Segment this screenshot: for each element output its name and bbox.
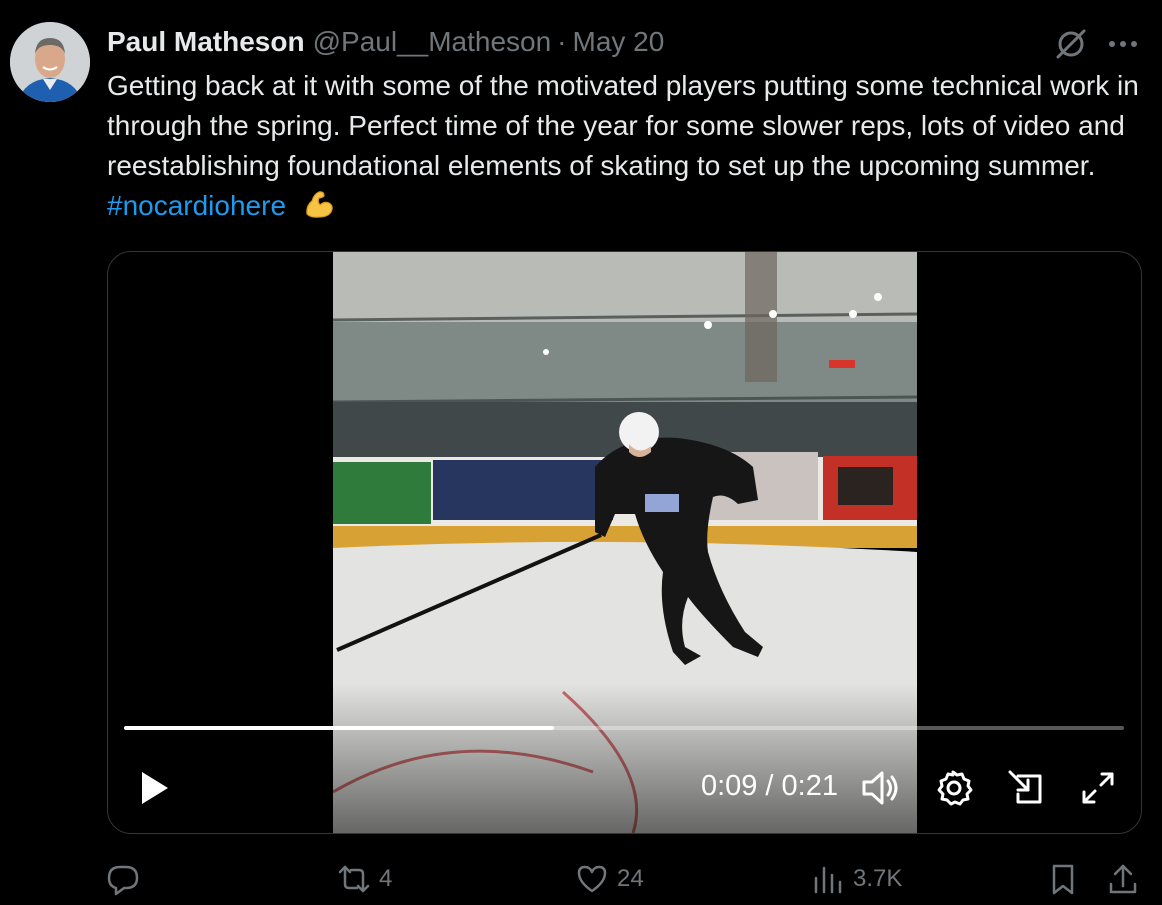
action-bar: 4 24 3.7K (0, 850, 1162, 905)
repost-button[interactable]: 4 (337, 862, 392, 896)
dock-icon[interactable] (1006, 768, 1046, 808)
bookmark-button[interactable] (1046, 862, 1080, 896)
controls-gradient (108, 683, 1141, 833)
views-button[interactable]: 3.7K (811, 862, 902, 896)
grok-icon[interactable] (1053, 26, 1089, 62)
progress-bar[interactable] (124, 726, 1124, 730)
separator: · (557, 26, 567, 57)
settings-icon[interactable] (933, 768, 973, 808)
user-handle[interactable]: @Paul__Matheson (313, 26, 552, 58)
tweet-body: Getting back at it with some of the moti… (107, 70, 1139, 181)
like-count: 24 (617, 865, 644, 892)
progress-fill (124, 726, 554, 730)
volume-icon[interactable] (860, 768, 900, 808)
video-player[interactable]: 0:09 / 0:21 (107, 251, 1142, 834)
play-icon[interactable] (134, 768, 174, 808)
analytics-icon (814, 866, 842, 894)
tweet-text: Getting back at it with some of the moti… (107, 66, 1147, 226)
hashtag-link[interactable]: #nocardiohere (107, 190, 286, 221)
time-display: 0:09 / 0:21 (700, 770, 838, 802)
tweet-date[interactable]: May 20 (573, 26, 665, 58)
repost-count: 4 (379, 865, 393, 892)
repost-icon (338, 865, 370, 893)
reply-button[interactable] (106, 862, 148, 896)
tweet-header: Paul Matheson @Paul__Matheson · May 20 (107, 24, 664, 60)
bookmark-icon (1052, 864, 1074, 895)
flexed-biceps-icon (306, 191, 333, 218)
profile-photo (10, 22, 90, 102)
share-icon (1109, 864, 1137, 894)
view-count: 3.7K (853, 865, 903, 892)
user-name[interactable]: Paul Matheson (107, 26, 305, 58)
fullscreen-icon[interactable] (1078, 768, 1118, 808)
like-button[interactable]: 24 (575, 862, 644, 896)
reply-icon (107, 865, 139, 896)
share-button[interactable] (1106, 862, 1140, 896)
avatar[interactable] (10, 22, 90, 102)
heart-icon (577, 865, 607, 893)
more-options-icon[interactable] (1103, 28, 1143, 60)
